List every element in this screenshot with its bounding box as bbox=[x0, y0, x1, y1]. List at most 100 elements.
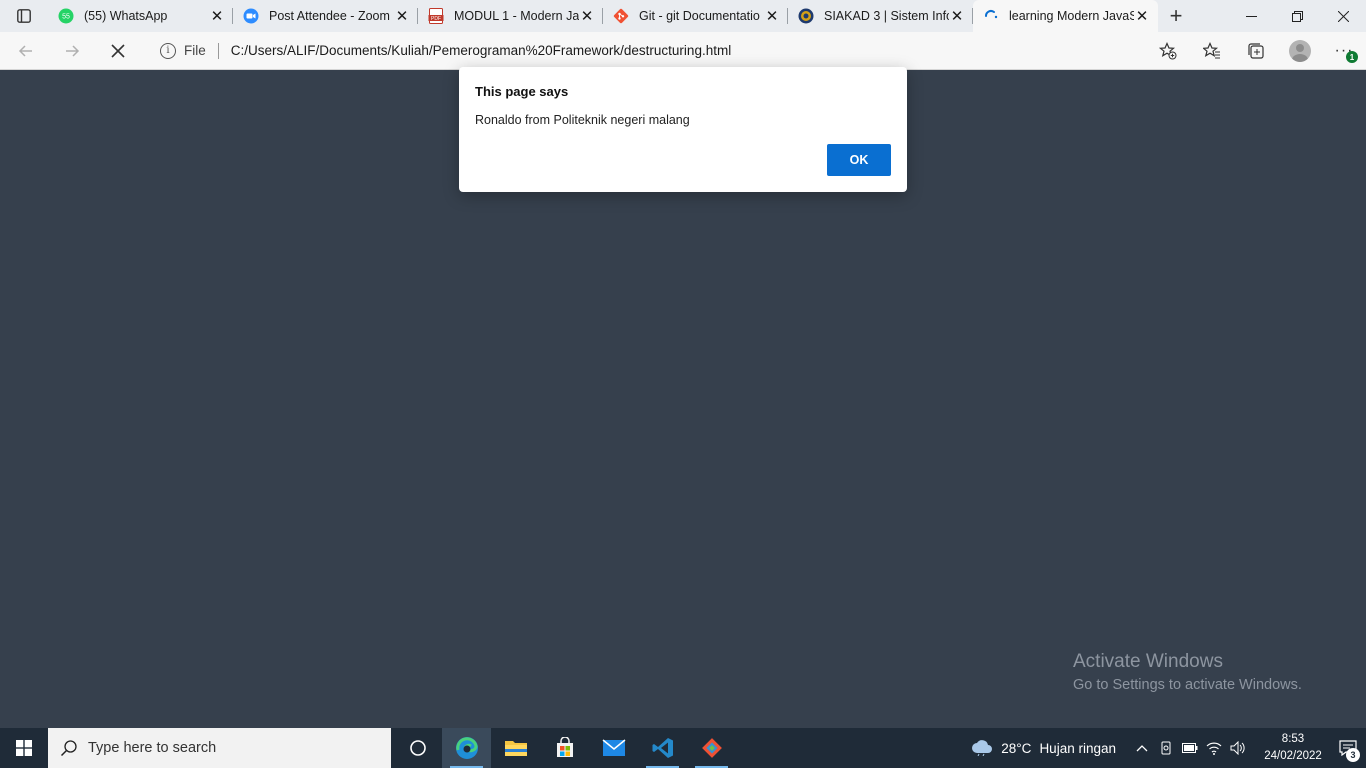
alert-dialog: This page says Ronaldo from Politeknik n… bbox=[459, 67, 907, 192]
notification-count-badge: 3 bbox=[1346, 748, 1360, 762]
chevron-up-icon bbox=[1136, 745, 1148, 752]
action-center-button[interactable]: 3 bbox=[1330, 728, 1366, 768]
update-badge: 1 bbox=[1346, 51, 1358, 63]
device-tray-icon[interactable] bbox=[1154, 741, 1178, 755]
taskbar-vscode[interactable] bbox=[638, 728, 687, 768]
clock-date: 24/02/2022 bbox=[1264, 750, 1322, 762]
device-icon bbox=[1161, 741, 1171, 755]
weather-widget[interactable]: 28°C Hujan ringan bbox=[971, 740, 1116, 756]
stop-loading-button[interactable] bbox=[98, 35, 138, 67]
close-tab-icon[interactable]: ✕ bbox=[209, 8, 225, 25]
avatar bbox=[1289, 40, 1311, 62]
dialog-message: Ronaldo from Politeknik negeri malang bbox=[475, 113, 690, 127]
favorites-button[interactable] bbox=[1190, 32, 1234, 70]
browser-toolbar: i File C:/Users/ALIF/Documents/Kuliah/Pe… bbox=[0, 32, 1366, 70]
restore-button[interactable] bbox=[1274, 0, 1320, 32]
git-gui-icon bbox=[701, 738, 722, 758]
taskbar: Type here to search 28°C Hujan ringan 8:… bbox=[0, 728, 1366, 768]
ok-button[interactable]: OK bbox=[827, 144, 891, 176]
weather-temperature: 28°C bbox=[1001, 740, 1032, 756]
battery-icon bbox=[1182, 743, 1198, 753]
close-tab-icon[interactable]: ✕ bbox=[764, 8, 780, 25]
tab-zoom[interactable]: Post Attendee - Zoom ✕ bbox=[233, 0, 418, 32]
star-add-icon bbox=[1159, 42, 1177, 60]
file-scheme-label: File bbox=[184, 43, 206, 58]
volume-tray-icon[interactable] bbox=[1226, 741, 1250, 755]
close-tab-icon[interactable]: ✕ bbox=[394, 8, 410, 25]
start-button[interactable] bbox=[0, 728, 48, 768]
taskbar-file-explorer[interactable] bbox=[491, 728, 540, 768]
zoom-icon bbox=[243, 8, 259, 24]
plus-icon: + bbox=[1169, 3, 1183, 28]
taskbar-microsoft-store[interactable] bbox=[540, 728, 589, 768]
tab-whatsapp[interactable]: 55 (55) WhatsApp ✕ bbox=[48, 0, 233, 32]
siakad-icon bbox=[798, 8, 814, 24]
profile-button[interactable] bbox=[1278, 32, 1322, 70]
collections-icon bbox=[1248, 43, 1264, 59]
minimize-button[interactable] bbox=[1228, 0, 1274, 32]
tab-pdf[interactable]: PDF MODUL 1 - Modern Ja ✕ bbox=[418, 0, 603, 32]
taskbar-search-box[interactable]: Type here to search bbox=[48, 728, 391, 768]
store-icon bbox=[556, 737, 573, 757]
info-icon[interactable]: i bbox=[160, 42, 176, 59]
task-view-button[interactable] bbox=[393, 728, 442, 768]
windows-logo-icon bbox=[16, 740, 32, 756]
search-icon bbox=[60, 740, 77, 757]
whatsapp-badge: 55 bbox=[62, 14, 70, 21]
minimize-icon bbox=[1245, 15, 1257, 17]
edge-icon bbox=[455, 737, 478, 759]
close-tab-icon[interactable]: ✕ bbox=[579, 8, 595, 25]
clock[interactable]: 8:53 24/02/2022 bbox=[1256, 731, 1330, 765]
search-placeholder: Type here to search bbox=[88, 740, 217, 756]
restore-icon bbox=[1291, 10, 1303, 22]
wifi-icon bbox=[1206, 742, 1222, 755]
show-hidden-icons-button[interactable] bbox=[1130, 744, 1154, 752]
new-tab-button[interactable]: + bbox=[1158, 0, 1194, 32]
watermark-subtitle: Go to Settings to activate Windows. bbox=[1073, 677, 1302, 693]
pdf-icon: PDF bbox=[428, 8, 444, 24]
tab-git[interactable]: Git - git Documentatio ✕ bbox=[603, 0, 788, 32]
whatsapp-icon: 55 bbox=[58, 8, 74, 24]
tab-title: (55) WhatsApp bbox=[84, 9, 168, 23]
vscode-icon bbox=[652, 738, 673, 758]
back-button[interactable] bbox=[6, 35, 46, 67]
address-bar[interactable]: i File C:/Users/ALIF/Documents/Kuliah/Pe… bbox=[146, 36, 1181, 66]
url-text[interactable]: C:/Users/ALIF/Documents/Kuliah/Pemerogra… bbox=[231, 43, 731, 58]
toolbar-right-icons: ··· 1 bbox=[1146, 32, 1366, 70]
back-arrow-icon bbox=[18, 44, 32, 57]
dialog-title: This page says bbox=[475, 84, 569, 99]
settings-more-button[interactable]: ··· 1 bbox=[1322, 32, 1366, 70]
mail-icon bbox=[602, 739, 625, 756]
collections-button[interactable] bbox=[1234, 32, 1278, 70]
activate-windows-watermark: Activate Windows Go to Settings to activ… bbox=[1073, 651, 1302, 693]
loading-spinner-icon bbox=[983, 8, 999, 24]
window-controls bbox=[1228, 0, 1366, 32]
wifi-tray-icon[interactable] bbox=[1202, 741, 1226, 755]
tab-actions-button[interactable] bbox=[0, 0, 48, 32]
tab-title: Post Attendee - Zoom bbox=[269, 9, 390, 23]
taskbar-git-gui[interactable] bbox=[687, 728, 736, 768]
taskbar-edge[interactable] bbox=[442, 728, 491, 768]
weather-description: Hujan ringan bbox=[1039, 740, 1116, 756]
folder-icon bbox=[504, 741, 527, 756]
close-window-button[interactable] bbox=[1320, 0, 1366, 32]
tab-title: MODUL 1 - Modern Ja bbox=[454, 9, 579, 23]
speaker-icon bbox=[1230, 741, 1245, 755]
tab-learning-modern-javascript[interactable]: learning Modern JavaS ✕ bbox=[973, 0, 1158, 32]
cloud-rain-icon bbox=[972, 740, 993, 756]
favorites-icon bbox=[1203, 42, 1220, 59]
taskbar-mail[interactable] bbox=[589, 728, 638, 768]
add-favorite-button[interactable] bbox=[1146, 32, 1190, 70]
battery-tray-icon[interactable] bbox=[1178, 743, 1202, 753]
tab-title: SIAKAD 3 | Sistem Info bbox=[824, 9, 949, 23]
address-separator bbox=[217, 42, 219, 59]
pdf-icon-label: PDF bbox=[431, 16, 441, 22]
tab-siakad[interactable]: SIAKAD 3 | Sistem Info ✕ bbox=[788, 0, 973, 32]
close-tab-icon[interactable]: ✕ bbox=[949, 8, 965, 25]
close-tab-icon[interactable]: ✕ bbox=[1134, 8, 1150, 25]
tab-title: learning Modern JavaS bbox=[1009, 9, 1134, 23]
stop-icon bbox=[111, 43, 125, 58]
forward-arrow-icon bbox=[66, 44, 80, 57]
task-view-icon bbox=[409, 740, 426, 756]
forward-button[interactable] bbox=[52, 35, 92, 67]
